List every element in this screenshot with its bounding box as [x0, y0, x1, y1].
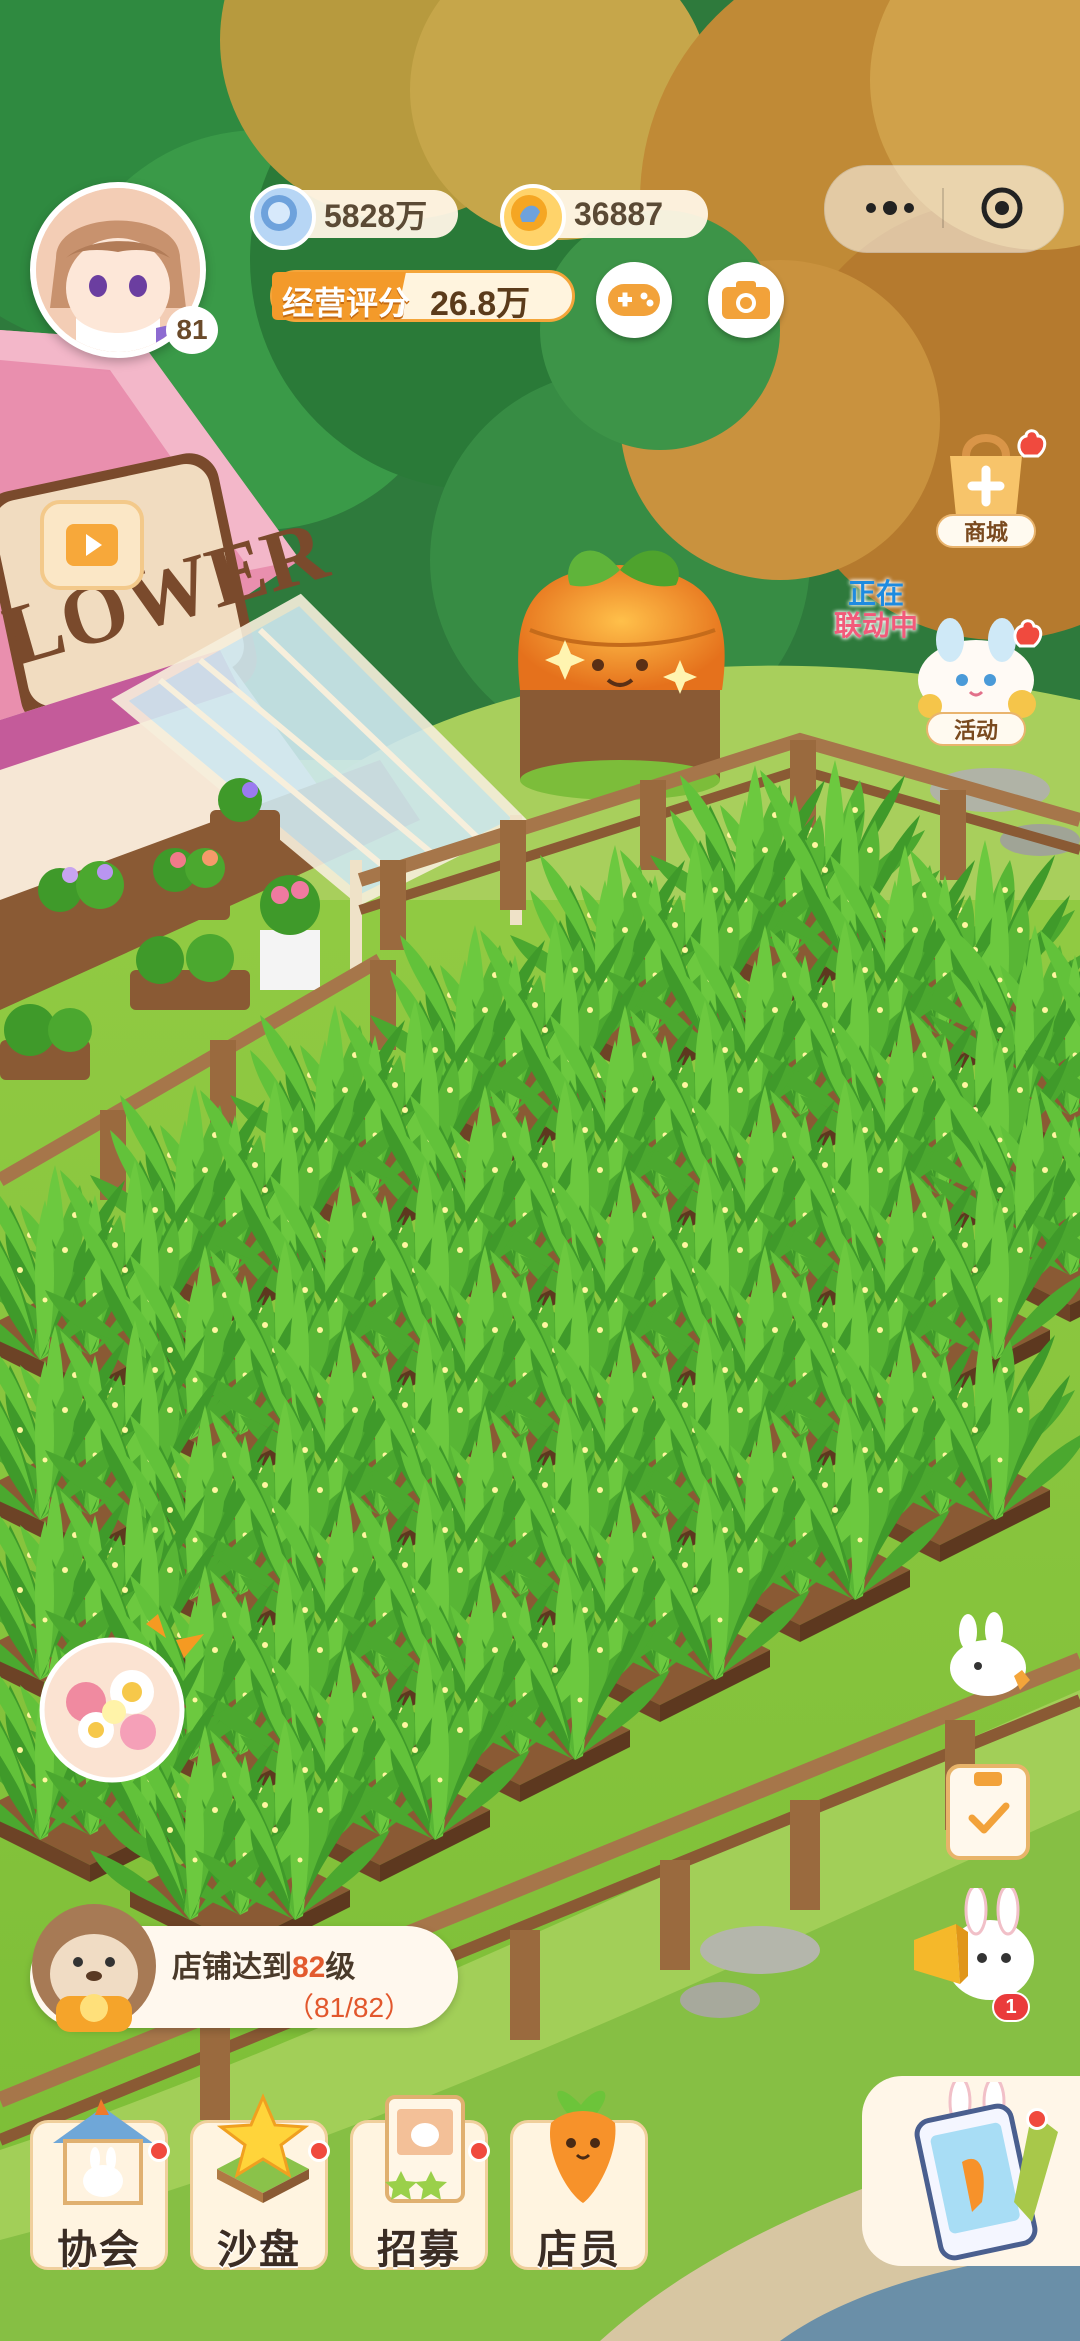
nav-sandbox-alert — [308, 2140, 330, 2162]
association-house-icon — [53, 2099, 153, 2205]
collab-line-1: 正在 — [847, 578, 904, 609]
currency-1-value: 5828万 — [324, 198, 428, 234]
close-miniprogram-button[interactable] — [962, 184, 1042, 232]
business-score-value: 26.8万 — [430, 285, 531, 323]
target-close-icon — [981, 187, 1023, 229]
quest-suffix: 级 — [325, 1951, 356, 1984]
play-icon — [66, 524, 118, 566]
announcer-button[interactable]: 1 — [910, 1884, 1040, 2028]
nav-recruit-label: 招募 — [377, 2228, 461, 2272]
flower-harvest-bubble[interactable] — [36, 1610, 206, 1790]
more-dots-icon — [866, 201, 914, 215]
tasks-clipboard-button[interactable] — [946, 1764, 1030, 1860]
currency-2-value: 36887 — [574, 195, 663, 232]
business-score-label-tag: 经营评分 — [272, 268, 412, 324]
clipboard-check-icon — [968, 1772, 1010, 1834]
activity-alert-icon — [1010, 616, 1044, 655]
capsule-divider — [942, 188, 944, 228]
silver-coin-icon — [250, 184, 316, 250]
gold-coin-icon — [500, 184, 566, 250]
quest-title: 店铺达到82级 — [172, 1942, 355, 1986]
nav-staff-label: 店员 — [537, 2228, 621, 2272]
quest-level: 82 — [292, 1951, 326, 1984]
nav-association[interactable]: 协会 — [30, 2099, 168, 2272]
nav-staff[interactable]: 店员 — [510, 2090, 648, 2272]
gamepad-icon — [608, 284, 660, 316]
camera-button[interactable] — [708, 262, 784, 338]
star-sandbox-icon — [216, 2093, 310, 2203]
otter-npc-icon — [26, 1896, 162, 2032]
nav-sandbox[interactable]: 沙盘 — [190, 2093, 328, 2272]
flower-bouquet-icon — [39, 1614, 204, 1783]
nav-association-label: 协会 — [57, 2228, 141, 2272]
nav-recruit[interactable]: 招募 — [350, 2095, 488, 2272]
shop-mall-label: 商城 — [936, 514, 1036, 548]
shop-mall-alert-icon — [1014, 426, 1048, 465]
quest-progress: （81/82） — [286, 1992, 413, 2023]
more-menu-button[interactable] — [850, 188, 930, 228]
phone-carrot-icon — [914, 2082, 1058, 2261]
video-play-button[interactable] — [40, 500, 144, 590]
gamepad-button[interactable] — [596, 262, 672, 338]
megaphone-rabbit-icon — [914, 1884, 1034, 2000]
announcer-count-badge: 1 — [992, 1992, 1030, 2022]
rabbit-helper-button[interactable] — [938, 1612, 1042, 1708]
running-rabbit-icon — [950, 1612, 1030, 1696]
camera-icon — [722, 281, 770, 319]
quest-prefix: 店铺达到 — [172, 1951, 292, 1984]
carrot-staff-icon — [549, 2090, 616, 2203]
activity-label: 活动 — [926, 712, 1026, 746]
nav-association-alert — [148, 2140, 170, 2162]
recruit-card-icon — [385, 2095, 465, 2203]
nav-sandbox-label: 沙盘 — [217, 2228, 301, 2272]
player-level-badge: 81 — [166, 306, 218, 354]
business-score-label: 经营评分 — [282, 285, 411, 321]
nav-recruit-alert — [468, 2140, 490, 2162]
phone-shortcut-alert — [1026, 2108, 1048, 2130]
phone-shortcut-button[interactable] — [862, 2076, 1080, 2266]
